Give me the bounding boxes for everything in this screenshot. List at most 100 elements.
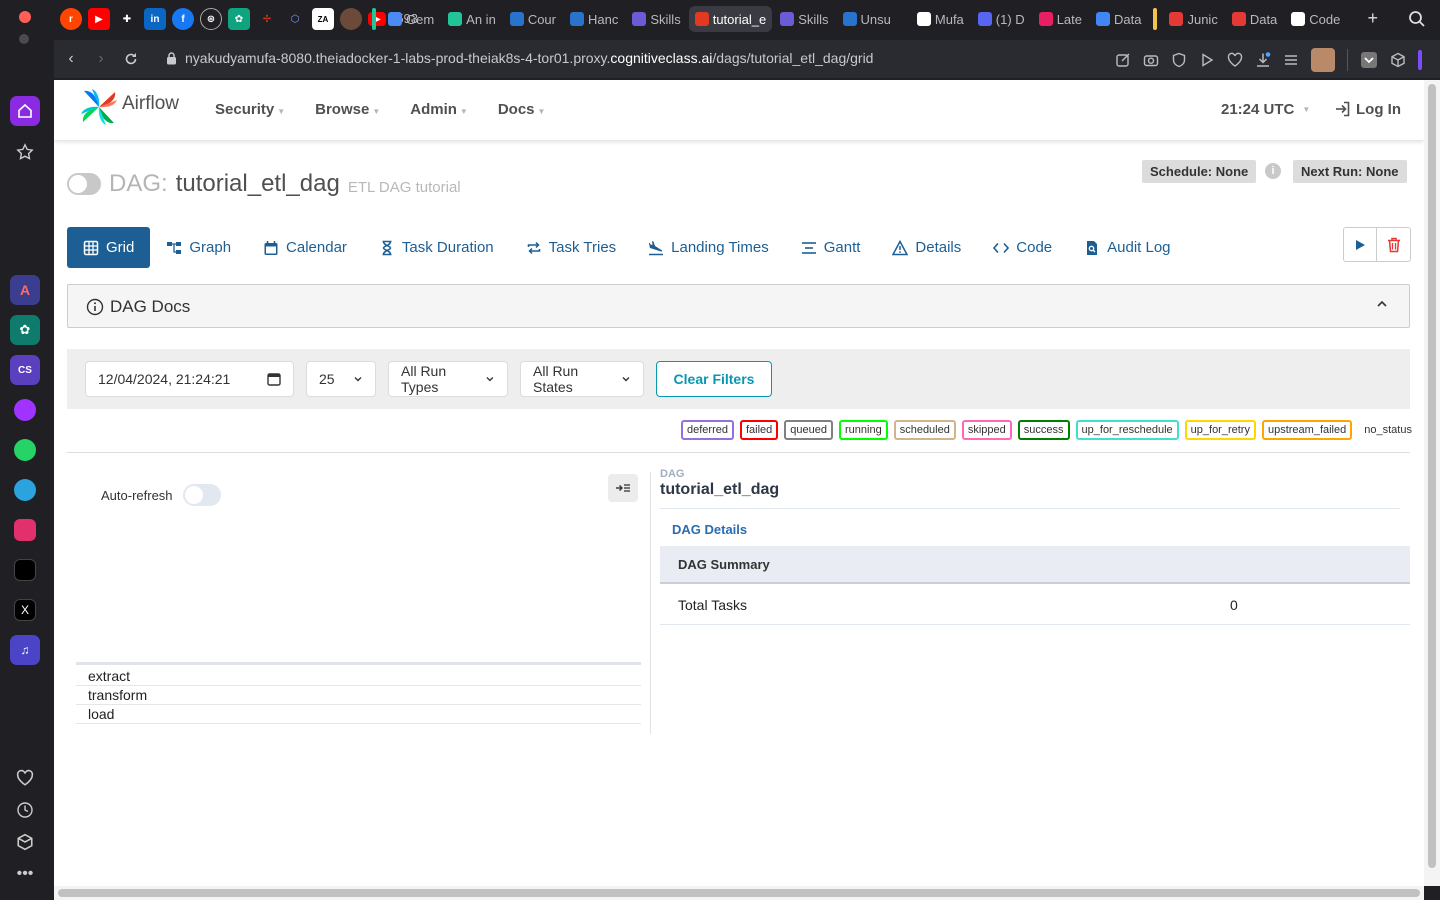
browser-tab[interactable]: Mufa	[911, 6, 970, 32]
tiktok-icon[interactable]	[10, 555, 40, 585]
telegram-icon[interactable]	[10, 475, 40, 505]
horizontal-scrollbar[interactable]	[54, 886, 1424, 900]
browser-tab[interactable]: (1) D	[972, 6, 1031, 32]
trigger-dag-button[interactable]	[1343, 227, 1377, 262]
tab-details[interactable]: Details	[876, 227, 977, 268]
chatgpt-sidebar-icon[interactable]: ✿	[10, 315, 40, 345]
mercedes-icon[interactable]: ⊛	[200, 8, 222, 30]
browser-tab[interactable]: Hanc	[564, 6, 624, 32]
browser-tab[interactable]: Cour	[504, 6, 562, 32]
browser-tab[interactable]: Skills	[626, 6, 686, 32]
collapse-details-button[interactable]	[608, 474, 638, 502]
tab-search-icon[interactable]	[1408, 10, 1426, 28]
back-button[interactable]: ‹	[56, 44, 86, 74]
tab-code[interactable]: Code	[977, 227, 1068, 268]
home-icon[interactable]	[10, 96, 40, 126]
legend-running[interactable]: running	[839, 420, 888, 440]
edit-icon[interactable]	[1115, 52, 1131, 68]
horizontal-scroll-thumb[interactable]	[58, 889, 1420, 897]
legend-success[interactable]: success	[1017, 420, 1070, 440]
music-player-icon[interactable]: ♫	[10, 635, 40, 665]
browser-tab[interactable]: tutorial_e	[688, 6, 773, 32]
legend-deferred[interactable]: deferred	[681, 420, 734, 440]
num-runs-select[interactable]: 25	[306, 361, 376, 397]
easy-setup-icon[interactable]	[1283, 52, 1299, 68]
heart-sidebar-icon[interactable]	[10, 763, 40, 793]
legend-scheduled[interactable]: scheduled	[893, 420, 956, 440]
clear-filters-button[interactable]: Clear Filters	[656, 361, 772, 397]
info-icon[interactable]: i	[1265, 163, 1281, 179]
airflow-tab-icon[interactable]: ✢	[256, 8, 278, 30]
legend-no-status[interactable]: no_status	[1358, 420, 1418, 440]
download-icon[interactable]	[1255, 52, 1271, 68]
tab-grid[interactable]: Grid	[67, 227, 151, 268]
browser-tab[interactable]: Late	[1033, 6, 1088, 32]
star-icon[interactable]	[10, 137, 40, 167]
run-states-select[interactable]: All Run States	[520, 361, 644, 397]
legend-failed[interactable]: failed	[739, 420, 779, 440]
legend-queued[interactable]: queued	[784, 420, 833, 440]
tab-task-tries[interactable]: Task Tries	[510, 227, 633, 268]
menu-security[interactable]: Security ▼	[215, 101, 285, 118]
chatgpt-icon[interactable]: ✿	[228, 8, 250, 30]
calendar-picker-icon[interactable]	[267, 372, 281, 386]
reload-button[interactable]	[116, 44, 146, 74]
login-button[interactable]: Log In	[1334, 100, 1401, 118]
whatsapp-icon[interactable]	[10, 435, 40, 465]
chevron-up-icon[interactable]	[1375, 297, 1389, 311]
aria-icon[interactable]: A	[10, 275, 40, 305]
legend-skipped[interactable]: skipped	[961, 420, 1012, 440]
tab-gantt[interactable]: Gantt	[785, 227, 877, 268]
airflow-logo[interactable]: Airflow	[80, 88, 179, 126]
browser-tab[interactable]: Gem	[382, 6, 440, 32]
task-row-load[interactable]: load	[76, 705, 641, 724]
legend-up-for-retry[interactable]: up_for_retry	[1184, 420, 1256, 440]
more-icon[interactable]: •••	[10, 859, 40, 889]
tab-calendar[interactable]: Calendar	[247, 227, 363, 268]
menu-admin[interactable]: Admin ▼	[410, 101, 468, 118]
browser-tab[interactable]: Unsu	[837, 6, 897, 32]
camera-icon[interactable]	[1143, 52, 1159, 68]
hub-icon[interactable]: ZA	[312, 8, 334, 30]
window-minimize-button[interactable]	[19, 34, 29, 44]
youtube-icon[interactable]: ▶	[88, 8, 110, 30]
profile-avatar[interactable]	[1311, 48, 1335, 72]
timezone-dropdown[interactable]: 21:24 UTC ▼	[1221, 101, 1310, 118]
tab-task-duration[interactable]: Task Duration	[363, 227, 510, 268]
history-icon[interactable]	[10, 795, 40, 825]
browser-tab[interactable]: Junic	[1163, 6, 1223, 32]
dag-docs-panel[interactable]: DAG Docs	[67, 284, 1410, 328]
dag-details-link[interactable]: DAG Details	[672, 522, 747, 537]
pocket-icon[interactable]	[1360, 51, 1378, 69]
play-flow-icon[interactable]	[1199, 52, 1215, 68]
browser-tab[interactable]: Code	[1285, 6, 1346, 32]
dag-pause-toggle[interactable]	[67, 173, 101, 195]
legend-up-for-reschedule[interactable]: up_for_reschedule	[1075, 420, 1179, 440]
window-close-button[interactable]	[19, 11, 31, 23]
legend-upstream-failed[interactable]: upstream_failed	[1261, 420, 1353, 440]
facebook-icon[interactable]: f	[172, 8, 194, 30]
delete-dag-button[interactable]	[1377, 227, 1411, 262]
linkedin-icon[interactable]: in	[144, 8, 166, 30]
x-icon[interactable]: X	[10, 595, 40, 625]
shield-icon[interactable]	[1171, 52, 1187, 68]
reddit-icon[interactable]: r	[60, 8, 82, 30]
vertical-scroll-thumb[interactable]	[1428, 84, 1436, 868]
cs-icon[interactable]: CS	[10, 355, 40, 385]
cube-icon[interactable]: ⬡	[284, 8, 306, 30]
menu-docs[interactable]: Docs ▼	[498, 101, 546, 118]
vertical-scrollbar[interactable]	[1424, 80, 1440, 886]
tab-graph[interactable]: Graph	[150, 227, 247, 268]
instagram-icon[interactable]	[10, 515, 40, 545]
browser-tab[interactable]: Data	[1090, 6, 1147, 32]
menu-browse[interactable]: Browse ▼	[315, 101, 380, 118]
browser-tab[interactable]: Data	[1226, 6, 1283, 32]
tab-landing-times[interactable]: Landing Times	[632, 227, 785, 268]
heart-icon[interactable]	[1227, 52, 1243, 68]
forward-button[interactable]: ›	[86, 44, 116, 74]
url-field[interactable]: nyakudyamufa-8080.theiadocker-1-labs-pro…	[166, 50, 873, 66]
new-tab-button[interactable]: +	[1367, 8, 1378, 29]
extensions-icon[interactable]	[10, 827, 40, 857]
browser-tab[interactable]: An in	[442, 6, 502, 32]
extensions-cube-icon[interactable]	[1390, 52, 1406, 68]
